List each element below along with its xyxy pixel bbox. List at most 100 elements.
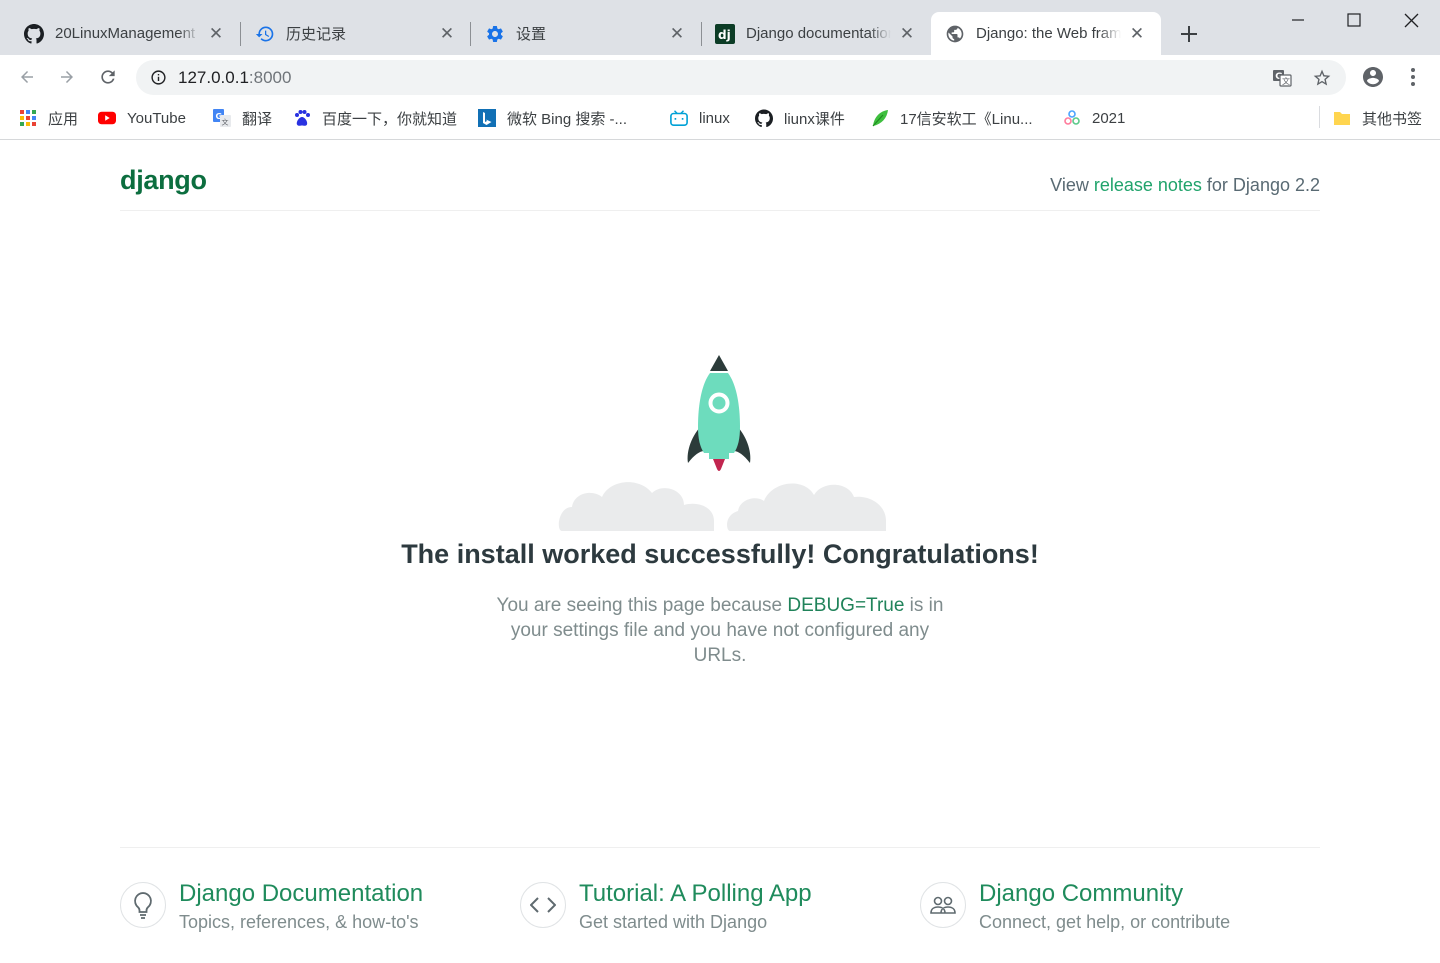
release-suffix: for Django 2.2 xyxy=(1201,175,1320,195)
bookmark-other[interactable]: 其他书签 xyxy=(1333,108,1422,128)
history-icon xyxy=(255,24,275,44)
github-icon xyxy=(24,23,44,44)
tab-settings[interactable]: 设置 ✕ xyxy=(461,12,701,55)
page-header: django View release notes for Django 2.2 xyxy=(120,141,1320,211)
cloud-left xyxy=(558,482,714,531)
bookmark-label: 微软 Bing 搜索 -... xyxy=(507,110,628,128)
close-icon[interactable]: ✕ xyxy=(206,24,226,44)
page-footer: Django Documentation Topics, references,… xyxy=(120,847,1320,963)
star-icon[interactable] xyxy=(1311,67,1333,89)
translate-icon: G文 xyxy=(213,109,231,127)
reload-button[interactable] xyxy=(92,61,124,93)
network-icon xyxy=(1063,109,1081,127)
option-title[interactable]: Tutorial: A Polling App xyxy=(579,880,812,908)
arrow-right-icon xyxy=(61,71,73,83)
bookmark-label: 百度一下，你就知道 xyxy=(322,110,458,128)
close-icon[interactable]: ✕ xyxy=(1127,24,1147,44)
bookmark-bing[interactable]: 微软 Bing 搜索 -... xyxy=(478,108,627,128)
close-icon[interactable]: ✕ xyxy=(437,24,457,44)
arrow-left-icon xyxy=(21,71,33,83)
bookmark-label: YouTube xyxy=(127,109,186,127)
bookmark-label: 17信安软工《Linu... xyxy=(900,110,1033,128)
bookmark-label: liunx课件 xyxy=(784,110,845,128)
option-community[interactable]: Django Community Connect, get help, or c… xyxy=(920,880,1300,940)
explain-before: You are seeing this page because xyxy=(496,595,788,616)
minimize-button[interactable] xyxy=(1270,4,1326,36)
reload-icon xyxy=(101,70,115,84)
people-icon xyxy=(920,882,966,928)
bilibili-icon xyxy=(670,109,688,127)
close-icon[interactable]: ✕ xyxy=(667,24,687,44)
baidu-paw-icon xyxy=(293,109,311,127)
bookmark-2021[interactable]: 2021 xyxy=(1063,108,1125,128)
bookmark-baidu[interactable]: 百度一下，你就知道 xyxy=(293,108,457,128)
close-icon[interactable]: ✕ xyxy=(897,24,917,44)
forward-button[interactable] xyxy=(51,61,83,93)
bookmark-17xinan[interactable]: 17信安软工《Linu... xyxy=(871,108,1033,128)
tab-title: 设置 xyxy=(516,26,547,43)
address-bar[interactable]: 127.0.0.1:8000 G文 xyxy=(136,60,1346,95)
cloud-right xyxy=(727,483,886,531)
bookmark-label: 2021 xyxy=(1092,109,1126,127)
bookmark-liunx[interactable]: liunx课件 xyxy=(755,108,845,128)
menu-button[interactable] xyxy=(1397,61,1429,93)
url-port: :8000 xyxy=(248,67,292,87)
tab-django-welcome[interactable]: Django: the Web framework ✕ xyxy=(931,12,1161,55)
maximize-button[interactable] xyxy=(1326,4,1382,36)
globe-icon xyxy=(945,24,965,44)
bookmark-linux[interactable]: linux xyxy=(670,108,730,128)
rocket-illustration xyxy=(558,355,886,533)
tab-github[interactable]: 20LinuxManagement ✕ xyxy=(0,12,240,55)
debug-explanation: You are seeing this page because DEBUG=T… xyxy=(490,593,950,668)
kebab-menu-icon xyxy=(1411,68,1415,86)
bookmarks-bar: 应用 YouTube G文 翻译 百度一下，你就知道 微软 Bing 搜索 -.… xyxy=(0,100,1440,140)
option-documentation[interactable]: Django Documentation Topics, references,… xyxy=(120,880,500,940)
nozzle xyxy=(709,453,729,459)
svg-text:文: 文 xyxy=(222,118,229,127)
release-prefix: View xyxy=(1050,175,1094,195)
tab-title: 历史记录 xyxy=(286,26,347,43)
release-notes-line: View release notes for Django 2.2 xyxy=(1050,175,1320,196)
svg-text:dj: dj xyxy=(718,28,731,42)
profile-button[interactable] xyxy=(1357,61,1389,93)
svg-text:文: 文 xyxy=(1282,76,1290,86)
bookmark-apps[interactable]: 应用 xyxy=(19,108,78,128)
account-circle-icon xyxy=(1363,67,1383,87)
tab-history[interactable]: 历史记录 ✕ xyxy=(231,12,471,55)
back-button[interactable] xyxy=(11,61,43,93)
tab-title: Django: the Web framework xyxy=(976,25,1121,42)
option-subtitle: Topics, references, & how-to's xyxy=(179,912,419,932)
success-heading: The install worked successfully! Congrat… xyxy=(401,539,1039,569)
tab-django-docs[interactable]: dj Django documentation ✕ xyxy=(691,12,931,55)
page-content: django View release notes for Django 2.2… xyxy=(0,141,1440,963)
url-text: 127.0.0.1:8000 xyxy=(178,68,291,88)
toolbar: 127.0.0.1:8000 G文 xyxy=(0,55,1440,100)
option-title[interactable]: Django Community xyxy=(979,880,1183,908)
plus-icon xyxy=(1181,26,1197,42)
translate-icon[interactable]: G文 xyxy=(1271,67,1293,89)
option-subtitle: Get started with Django xyxy=(579,912,768,932)
new-tab-button[interactable] xyxy=(1175,20,1203,48)
youtube-icon xyxy=(98,109,116,127)
minimize-icon xyxy=(1292,19,1304,21)
tab-strip: 20LinuxManagement ✕ 历史记录 ✕ 设置 ✕ dj Djang… xyxy=(0,0,1440,55)
close-icon xyxy=(1404,13,1418,27)
close-window-button[interactable] xyxy=(1383,4,1439,36)
debug-flag: DEBUG=True xyxy=(787,595,905,616)
maximize-icon xyxy=(1347,13,1361,27)
info-icon[interactable] xyxy=(148,68,168,88)
bookmark-label: 其他书签 xyxy=(1362,110,1423,128)
lightbulb-icon xyxy=(120,882,166,928)
exhaust-trail xyxy=(717,463,721,533)
flame xyxy=(713,459,725,471)
url-host: 127.0.0.1 xyxy=(178,67,249,87)
bookmark-translate[interactable]: G文 翻译 xyxy=(213,108,272,128)
bookmark-youtube[interactable]: YouTube xyxy=(98,108,186,128)
option-title[interactable]: Django Documentation xyxy=(179,880,423,908)
option-tutorial[interactable]: Tutorial: A Polling App Get started with… xyxy=(520,880,900,940)
folder-icon xyxy=(1333,109,1351,127)
tab-title: Django documentation xyxy=(746,25,891,42)
django-logo[interactable]: django xyxy=(120,165,207,196)
bookmark-label: 翻译 xyxy=(242,110,273,128)
release-notes-link[interactable]: release notes xyxy=(1094,175,1202,195)
